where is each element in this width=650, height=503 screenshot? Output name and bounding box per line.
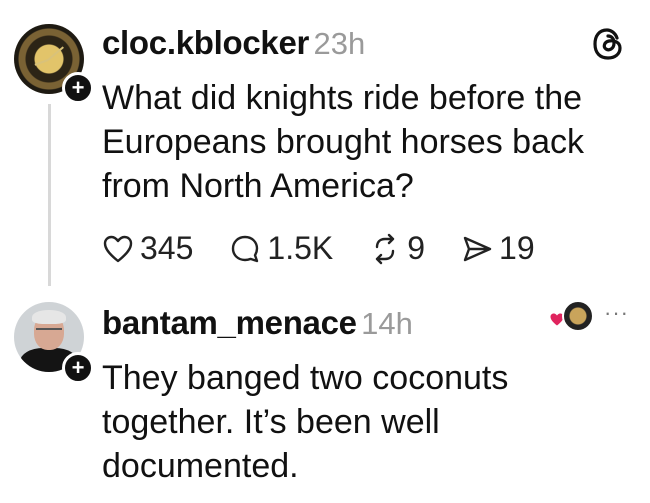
more-options-icon[interactable]: ··· [604, 300, 629, 326]
reply-text-line: documented. [102, 447, 299, 485]
post-text-line: Europeans brought horses back [102, 123, 584, 161]
share-count: 19 [499, 230, 535, 266]
reply-text-line: together. It’s been well [102, 403, 440, 441]
avatar-glasses [36, 328, 62, 336]
timestamp: 14h [361, 306, 413, 341]
send-icon [463, 236, 492, 261]
comment-icon [232, 235, 259, 262]
avatar-hair [32, 310, 66, 324]
share-button[interactable]: 19 [461, 230, 535, 267]
follow-plus-icon[interactable]: + [62, 72, 94, 104]
repost-button[interactable]: 9 [369, 230, 425, 267]
reply-text-line: They banged two coconuts [102, 359, 509, 397]
timestamp: 23h [313, 26, 366, 61]
thread-connector-line [48, 104, 51, 286]
username[interactable]: cloc.kblocker [102, 24, 309, 61]
post-text-line: What did knights ride before the [102, 79, 583, 117]
reply-header: bantam_menace 14h [102, 304, 413, 342]
reply-count: 1.5K [267, 230, 334, 266]
post-actions: 345 1.5K 9 19 [102, 230, 535, 267]
username[interactable]: bantam_menace [102, 304, 357, 341]
reply-text: They banged two coconuts together. It’s … [102, 356, 642, 488]
post-text-line: from North America? [102, 167, 414, 205]
liked-by-author-avatar [562, 300, 594, 332]
threads-icon[interactable] [590, 26, 626, 62]
like-count: 345 [140, 230, 194, 266]
clock-hand [34, 59, 49, 66]
heart-icon [103, 235, 133, 262]
clock-hand [47, 46, 64, 61]
post-header: cloc.kblocker 23h [102, 24, 365, 62]
like-button[interactable]: 345 [102, 230, 193, 267]
reply-button[interactable]: 1.5K [229, 230, 333, 267]
follow-plus-icon[interactable]: + [62, 352, 94, 384]
repost-icon [376, 233, 395, 264]
repost-count: 9 [407, 230, 426, 266]
post-text: What did knights ride before the Europea… [102, 76, 642, 208]
